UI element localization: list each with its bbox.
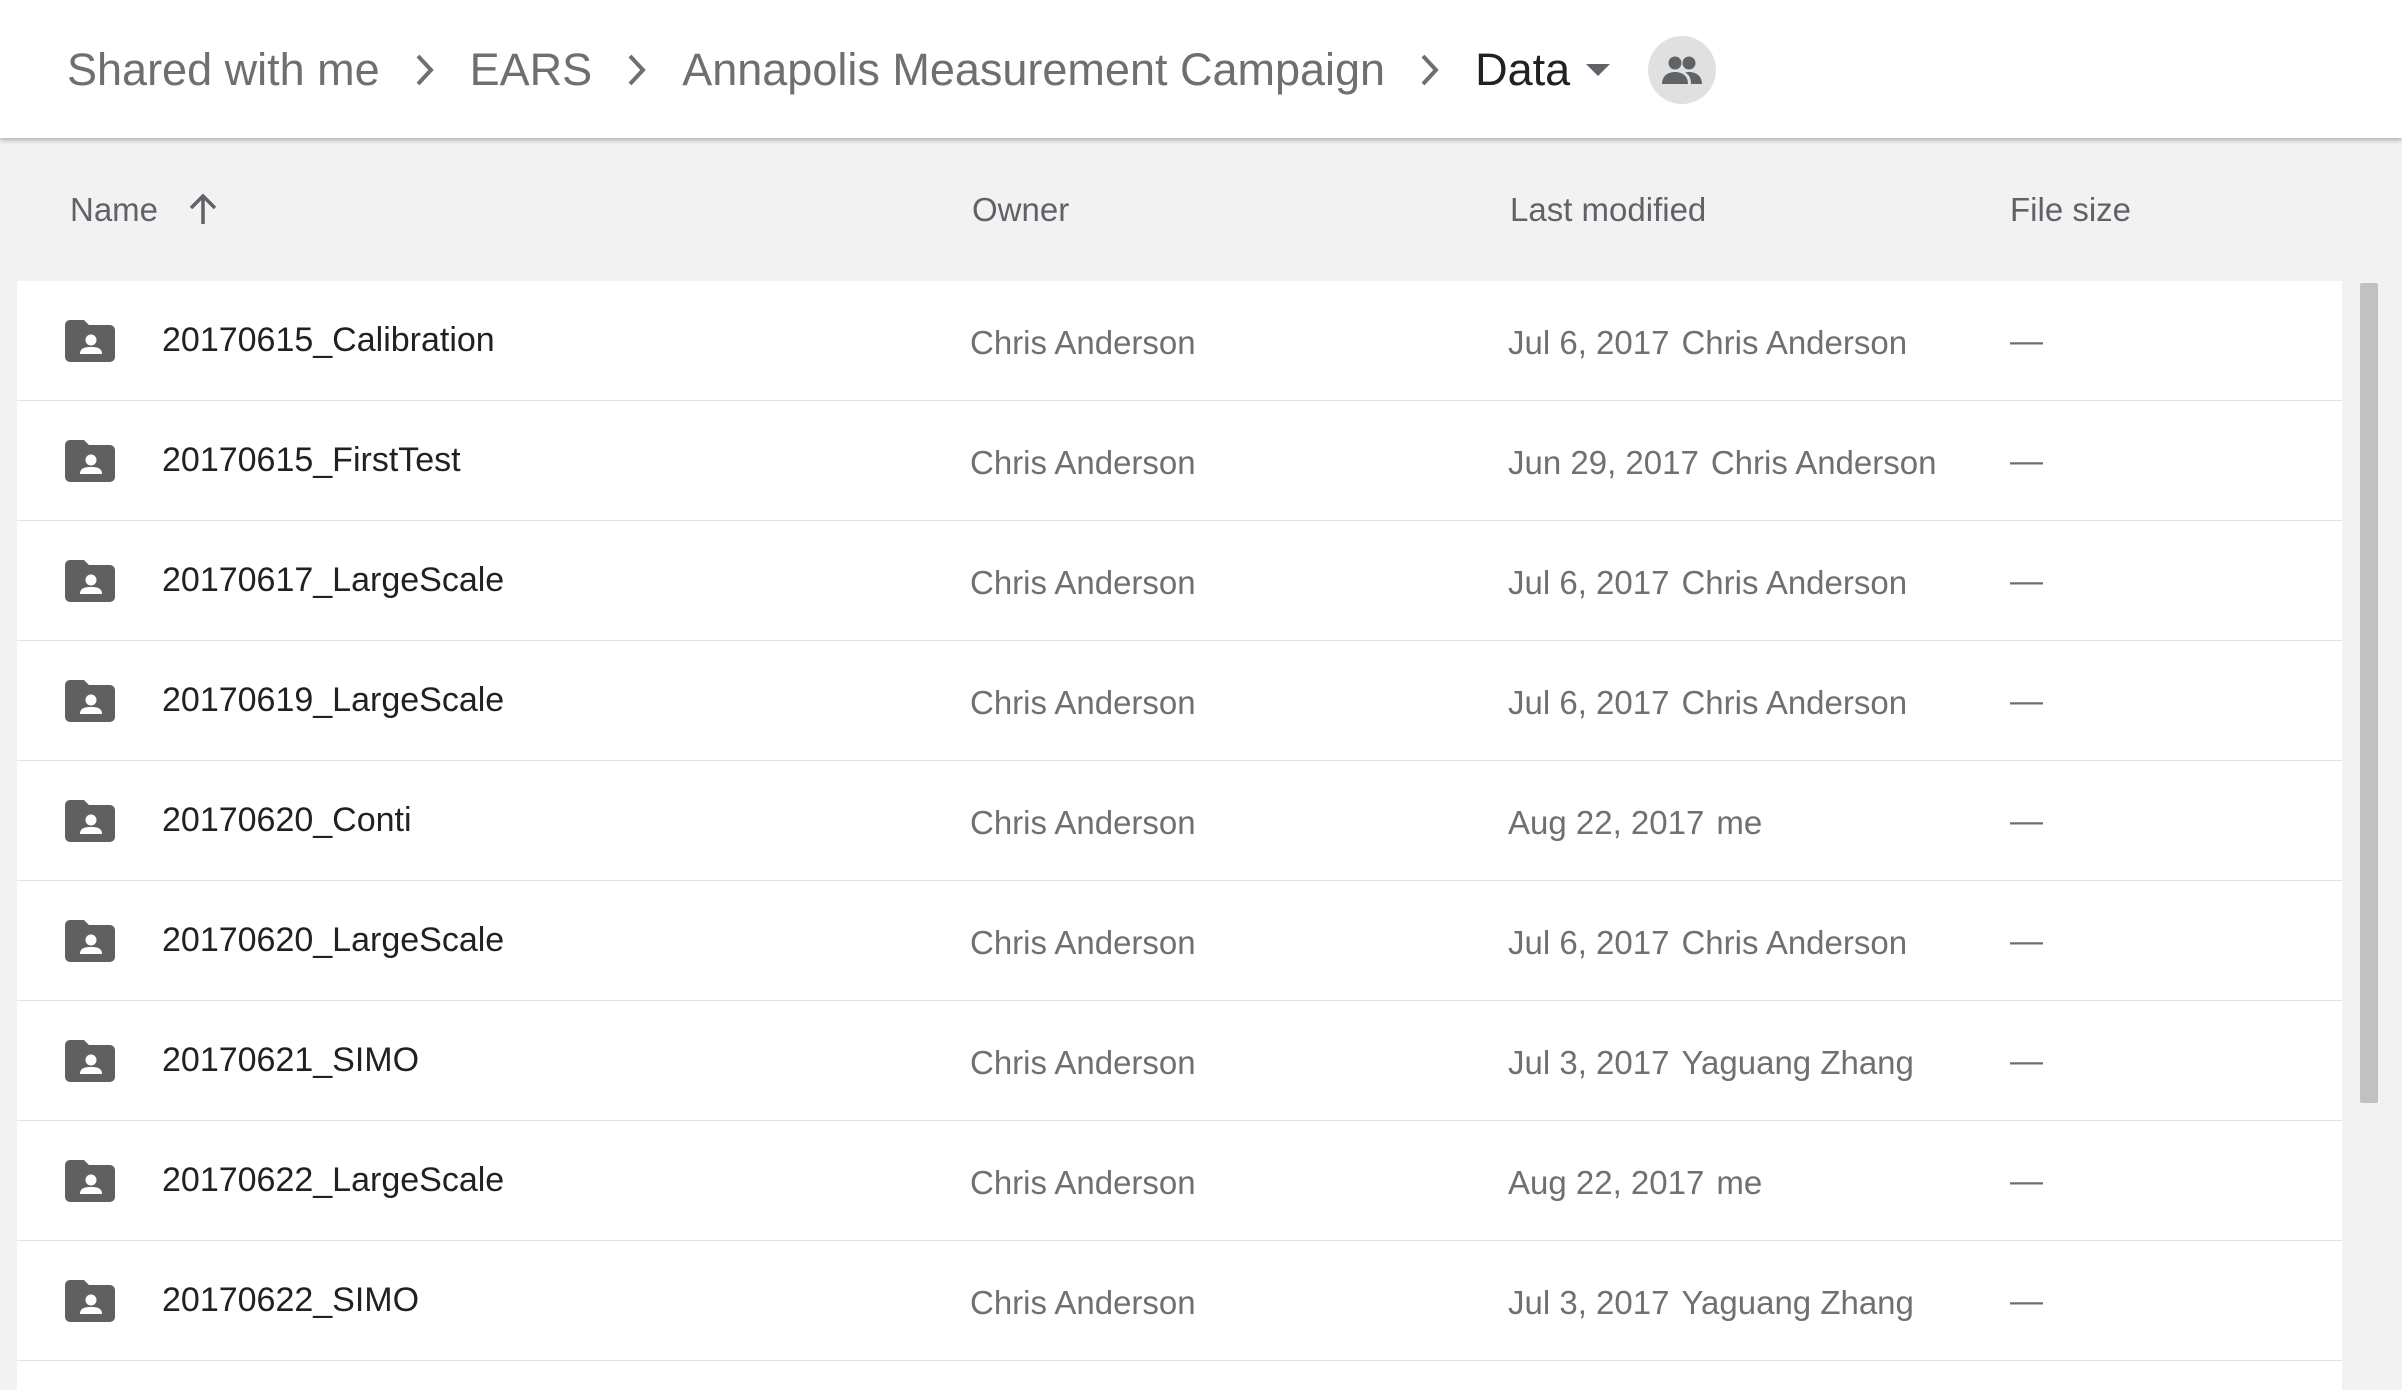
- file-owner: Chris Anderson: [970, 803, 1196, 841]
- file-row[interactable]: 20170622_LargeScale Chris Anderson Aug 22,…: [17, 1121, 2342, 1241]
- file-name: 20170619_LargeScale: [162, 681, 505, 719]
- column-name-header[interactable]: Name: [70, 138, 220, 281]
- shared-folder-icon: [65, 1280, 115, 1322]
- file-row[interactable]: 20170615_FirstTest Chris Anderson Jun 29, …: [17, 401, 2342, 521]
- file-size: —: [2010, 1041, 2043, 1079]
- file-row[interactable]: 20170615_Calibration Chris Anderson Jul 6,…: [17, 281, 2342, 401]
- breadcrumb-annapolis-measurement-campaign[interactable]: Annapolis Measurement Campaign: [682, 44, 1385, 96]
- breadcrumb-current-folder[interactable]: Data: [1475, 44, 1570, 96]
- file-name: 20170615_Calibration: [162, 321, 495, 359]
- modified-by: Chris Anderson: [1681, 563, 1908, 601]
- file-size: —: [2010, 441, 2043, 479]
- file-name: 20170620_Conti: [162, 801, 412, 839]
- file-size: —: [2010, 561, 2043, 599]
- modified-date: Jun 29, 2017: [1508, 443, 1699, 481]
- file-size: —: [2010, 1281, 2043, 1319]
- file-owner: Chris Anderson: [970, 1043, 1196, 1081]
- file-last-modified: Jul 6, 2017 Chris Anderson: [1508, 283, 1907, 402]
- modified-by: Chris Anderson: [1681, 683, 1908, 721]
- shared-folder-icon: [65, 1040, 115, 1082]
- file-size: —: [2010, 1161, 2043, 1199]
- modified-date: Aug 22, 2017: [1508, 1163, 1705, 1201]
- file-owner: Chris Anderson: [970, 443, 1196, 481]
- file-row[interactable]: 20170621_SIMO Chris Anderson Jul 3, 2017 Ya…: [17, 1001, 2342, 1121]
- file-owner: Chris Anderson: [970, 1163, 1196, 1201]
- caret-down-icon[interactable]: [1570, 28, 1626, 112]
- breadcrumb-shared-with-me[interactable]: Shared with me: [67, 44, 380, 96]
- file-name: 20170615_FirstTest: [162, 441, 461, 479]
- scrollbar[interactable]: [2357, 281, 2381, 1390]
- file-last-modified: Aug 22, 2017 me: [1508, 763, 1762, 882]
- file-size: —: [2010, 681, 2043, 719]
- shared-folder-icon: [65, 320, 115, 362]
- chevron-right-icon: [1385, 28, 1475, 112]
- arrow-up-icon[interactable]: [186, 193, 220, 227]
- modified-by: Chris Anderson: [1710, 443, 1937, 481]
- file-last-modified: Jul 3, 2017 Yaguang Zhang: [1508, 1003, 1914, 1122]
- header-bar: Shared with me EARS Annapolis Measuremen…: [0, 0, 2402, 138]
- modified-date: Jul 3, 2017: [1508, 1283, 1670, 1321]
- file-last-modified: Jul 6, 2017 Chris Anderson: [1508, 523, 1907, 642]
- file-owner: Chris Anderson: [970, 323, 1196, 361]
- modified-by: me: [1716, 1163, 1763, 1201]
- file-row[interactable]: 20170619_LargeScale Chris Anderson Jul 6, …: [17, 641, 2342, 761]
- scrollbar-thumb[interactable]: [2360, 283, 2378, 1103]
- share-button[interactable]: [1648, 36, 1717, 104]
- modified-by: Chris Anderson: [1681, 323, 1908, 361]
- file-list: 20170615_Calibration Chris Anderson Jul 6,…: [17, 281, 2342, 1390]
- file-name: 20170620_LargeScale: [162, 921, 505, 959]
- modified-date: Jul 6, 2017: [1508, 683, 1670, 721]
- column-last-modified-header[interactable]: Last modified: [1510, 138, 1706, 281]
- file-size: —: [2010, 921, 2043, 959]
- file-row[interactable]: 20170620_LargeScale Chris Anderson Jul 6, …: [17, 881, 2342, 1001]
- modified-date: Jul 6, 2017: [1508, 923, 1670, 961]
- modified-by: Yaguang Zhang: [1681, 1043, 1914, 1081]
- column-name-label: Name: [70, 190, 159, 228]
- file-row[interactable]: 20170622_SIMO Chris Anderson Jul 3, 2017 Ya…: [17, 1241, 2342, 1361]
- modified-date: Jul 3, 2017: [1508, 1043, 1670, 1081]
- file-row[interactable]: 20170617_LargeScale Chris Anderson Jul 6, …: [17, 521, 2342, 641]
- modified-by: me: [1716, 803, 1763, 841]
- file-owner: Chris Anderson: [970, 923, 1196, 961]
- file-size: —: [2010, 321, 2043, 359]
- file-name: 20170622_LargeScale: [162, 1161, 505, 1199]
- people-icon: [1662, 56, 1703, 84]
- file-name: 20170617_LargeScale: [162, 561, 505, 599]
- shared-folder-icon: [65, 1160, 115, 1202]
- column-owner-header[interactable]: Owner: [972, 138, 1069, 281]
- shared-folder-icon: [65, 440, 115, 482]
- column-header: Name Owner Last modified File size: [0, 138, 2402, 281]
- file-name: 20170621_SIMO: [162, 1041, 420, 1079]
- file-name: 20170622_SIMO: [162, 1281, 420, 1319]
- breadcrumb-ears[interactable]: EARS: [470, 44, 593, 96]
- file-owner: Chris Anderson: [970, 563, 1196, 601]
- shared-folder-icon: [65, 560, 115, 602]
- breadcrumb: Shared with me EARS Annapolis Measuremen…: [67, 28, 1717, 112]
- file-last-modified: Jul 3, 2017 Yaguang Zhang: [1508, 1243, 1914, 1362]
- file-owner: Chris Anderson: [970, 683, 1196, 721]
- file-last-modified: Jun 29, 2017 Chris Anderson: [1508, 403, 1936, 522]
- shared-folder-icon: [65, 800, 115, 842]
- modified-date: Jul 6, 2017: [1508, 563, 1670, 601]
- file-row[interactable]: 20170620_Conti Chris Anderson Aug 22, 2017…: [17, 761, 2342, 881]
- modified-date: Jul 6, 2017: [1508, 323, 1670, 361]
- file-last-modified: Jul 6, 2017 Chris Anderson: [1508, 643, 1907, 762]
- chevron-right-icon: [592, 28, 682, 112]
- modified-by: Yaguang Zhang: [1681, 1283, 1914, 1321]
- shared-folder-icon: [65, 680, 115, 722]
- shared-folder-icon: [65, 920, 115, 962]
- file-owner: Chris Anderson: [970, 1283, 1196, 1321]
- column-file-size-header[interactable]: File size: [2010, 138, 2131, 281]
- modified-date: Aug 22, 2017: [1508, 803, 1705, 841]
- modified-by: Chris Anderson: [1681, 923, 1908, 961]
- file-last-modified: Aug 22, 2017 me: [1508, 1123, 1762, 1242]
- chevron-right-icon: [380, 28, 470, 112]
- file-size: —: [2010, 801, 2043, 839]
- file-last-modified: Jul 6, 2017 Chris Anderson: [1508, 883, 1907, 1002]
